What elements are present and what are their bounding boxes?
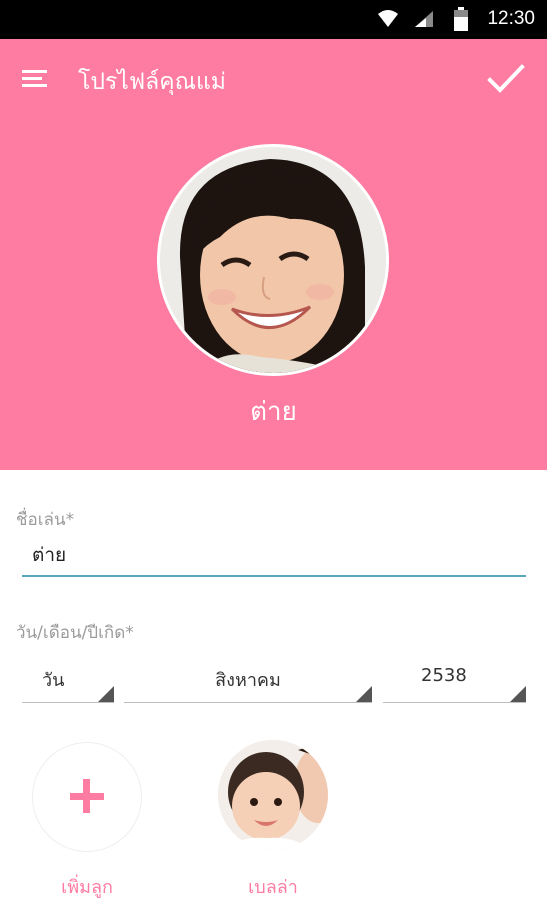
- year-dropdown-value: 2538: [421, 665, 467, 686]
- mother-avatar-photo[interactable]: [157, 144, 389, 376]
- nickname-input[interactable]: [22, 535, 526, 577]
- page-title: โปรไฟล์คุณแม่: [78, 69, 226, 95]
- battery-icon: [454, 7, 468, 31]
- cell-signal-icon: [415, 11, 433, 27]
- checkmark-icon[interactable]: [487, 63, 525, 95]
- year-dropdown[interactable]: 2538: [383, 655, 526, 703]
- profile-display-name: ต่าย: [250, 397, 297, 427]
- birthdate-label: วัน/เดือน/ปีเกิด*: [16, 623, 134, 643]
- hamburger-menu-icon[interactable]: [22, 67, 52, 91]
- dropdown-arrow-icon: [98, 686, 114, 702]
- month-dropdown-value: สิงหาคม: [215, 670, 281, 691]
- add-child-button[interactable]: [32, 742, 142, 852]
- day-dropdown[interactable]: วัน: [22, 655, 114, 703]
- nickname-label: ชื่อเล่น*: [16, 510, 75, 530]
- plus-icon: [70, 779, 104, 813]
- status-bar: 12:30: [0, 0, 547, 39]
- month-dropdown[interactable]: สิงหาคม: [124, 655, 372, 703]
- dropdown-arrow-icon: [356, 686, 372, 702]
- dropdown-arrow-icon: [510, 686, 526, 702]
- add-child-label[interactable]: เพิ่มลูก: [17, 872, 157, 901]
- child-avatar-bella[interactable]: [218, 740, 328, 850]
- child-name-label[interactable]: เบลล่า: [203, 872, 343, 901]
- mother-portrait-photo: [160, 147, 386, 373]
- wifi-icon: [378, 10, 398, 27]
- clock: 12:30: [487, 8, 535, 29]
- baby-portrait-photo: [218, 740, 328, 850]
- profile-header: โปรไฟล์คุณแม่ ต่าย: [0, 39, 547, 470]
